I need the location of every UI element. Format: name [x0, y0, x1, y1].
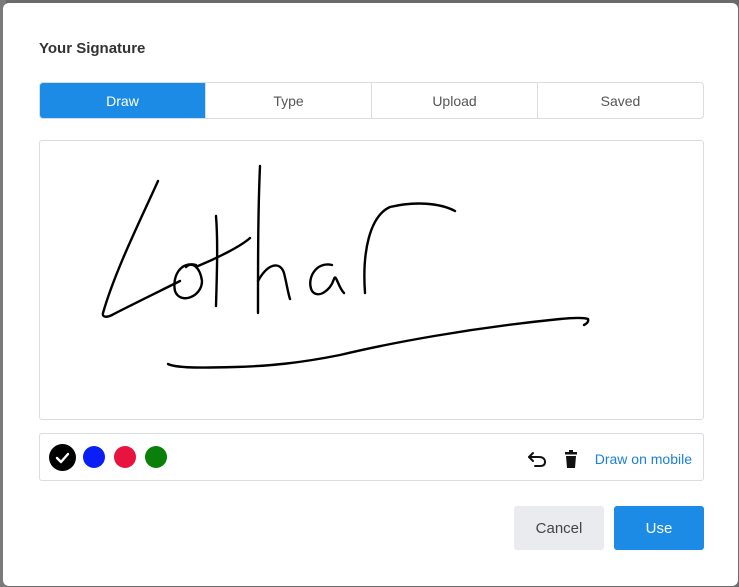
undo-icon[interactable] — [526, 448, 548, 470]
signature-canvas[interactable] — [39, 140, 704, 420]
draw-on-mobile-link[interactable]: Draw on mobile — [595, 451, 692, 467]
color-swatch-red[interactable] — [114, 446, 136, 468]
color-swatch-green[interactable] — [145, 446, 167, 468]
signature-dialog: Your Signature Draw Type Upload Saved Dr… — [3, 3, 738, 586]
cancel-button[interactable]: Cancel — [514, 506, 604, 550]
use-button[interactable]: Use — [614, 506, 704, 550]
dialog-title: Your Signature — [39, 40, 146, 57]
trash-icon[interactable] — [560, 448, 582, 470]
tab-upload[interactable]: Upload — [371, 83, 537, 118]
color-swatch-blue[interactable] — [83, 446, 105, 468]
color-swatch-black[interactable] — [49, 444, 76, 471]
tab-type[interactable]: Type — [205, 83, 371, 118]
signature-drawing — [101, 164, 590, 369]
tab-saved[interactable]: Saved — [537, 83, 703, 118]
tab-draw[interactable]: Draw — [40, 83, 205, 118]
signature-mode-tabs: Draw Type Upload Saved — [39, 82, 704, 119]
checkmark-icon — [55, 452, 70, 464]
signature-toolbar: Draw on mobile — [39, 433, 704, 481]
